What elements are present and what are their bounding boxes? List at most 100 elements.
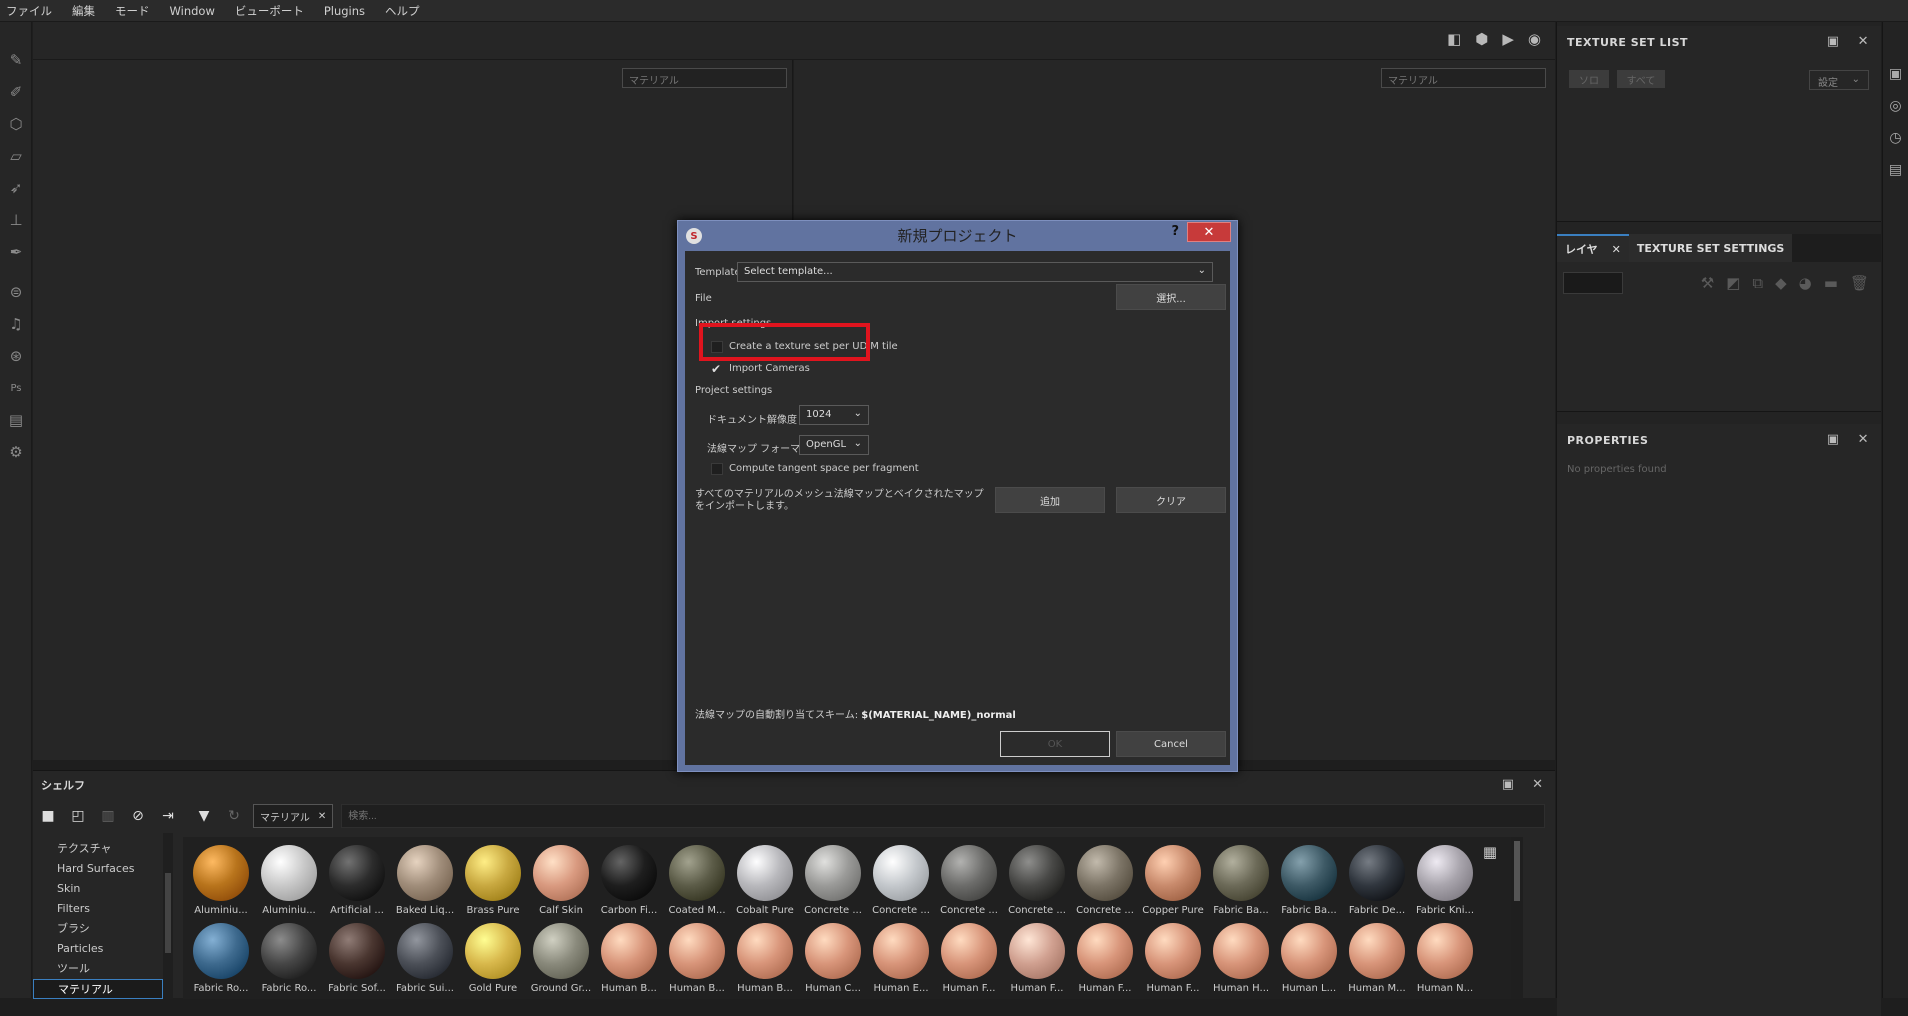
projection-icon[interactable]: ⬡ bbox=[0, 108, 32, 140]
material-thumbnail[interactable]: Ground Gr... bbox=[527, 923, 595, 1001]
smudge-icon[interactable]: ➶ bbox=[0, 172, 32, 204]
material-thumbnail[interactable]: Concrete ... bbox=[867, 845, 935, 923]
shelf-category-item[interactable]: ブラシ bbox=[53, 919, 163, 939]
shelf-category-item[interactable]: Skin bbox=[53, 879, 163, 899]
viewport-2d-channel-select[interactable]: マテリアル bbox=[1381, 68, 1546, 88]
substance-share-icon[interactable]: ⊜ bbox=[0, 276, 32, 308]
add-fill-layer-icon[interactable]: ◆ bbox=[1775, 274, 1787, 292]
material-thumbnail[interactable]: Fabric Sof... bbox=[323, 923, 391, 1001]
material-thumbnail[interactable]: Baked Liq... bbox=[391, 845, 459, 923]
material-thumbnail[interactable]: Copper Pure bbox=[1139, 845, 1207, 923]
add-effect-icon[interactable]: ⚒ bbox=[1701, 274, 1714, 292]
material-thumbnail[interactable]: Aluminiu... bbox=[187, 845, 255, 923]
shelf-category-item[interactable]: テクスチャ bbox=[53, 839, 163, 859]
material-thumbnail[interactable]: Fabric Ro... bbox=[187, 923, 255, 1001]
shelf-search-input[interactable] bbox=[341, 804, 1545, 828]
substance-source-icon[interactable]: ⊛ bbox=[0, 340, 32, 372]
menu-item[interactable]: 編集 bbox=[72, 3, 95, 19]
material-filter-chip[interactable]: マテリアル ✕ bbox=[253, 804, 334, 828]
category-scrollbar[interactable] bbox=[163, 833, 173, 999]
menu-item[interactable]: モード bbox=[115, 3, 150, 19]
material-thumbnail[interactable]: Concrete ... bbox=[799, 845, 867, 923]
solo-button[interactable]: ソロ bbox=[1569, 70, 1609, 88]
material-thumbnail[interactable]: Fabric Sui... bbox=[391, 923, 459, 1001]
polygon-fill-icon[interactable]: ▱ bbox=[0, 140, 32, 172]
material-thumbnail[interactable]: Aluminiu... bbox=[255, 845, 323, 923]
new-item-icon[interactable]: ◰ bbox=[67, 805, 89, 827]
grid-view-icon[interactable]: ▦ bbox=[1483, 843, 1497, 861]
normal-format-dropdown[interactable]: OpenGL ⌄ bbox=[799, 435, 869, 455]
hide-icon[interactable]: ⊘ bbox=[127, 805, 149, 827]
help-button[interactable]: ? bbox=[1171, 224, 1179, 239]
add-folder-icon[interactable]: ▬ bbox=[1824, 274, 1838, 292]
all-button[interactable]: すべて bbox=[1616, 70, 1666, 88]
paint-brush-icon[interactable]: ✎ bbox=[0, 44, 32, 76]
bell-icon[interactable]: ♫ bbox=[0, 308, 32, 340]
menu-item[interactable]: ビューポート bbox=[235, 3, 304, 19]
cube-icon[interactable]: ⬢ bbox=[1475, 30, 1488, 48]
close-icon[interactable]: ✕ bbox=[1612, 243, 1621, 256]
shelf-category-item[interactable]: マテリアル bbox=[33, 979, 163, 999]
material-thumbnail[interactable]: Human F... bbox=[1003, 923, 1071, 1001]
material-thumbnail[interactable]: Human M... bbox=[1343, 923, 1411, 1001]
undock-icon[interactable]: ▣ bbox=[1827, 432, 1840, 447]
eraser-icon[interactable]: ✐ bbox=[0, 76, 32, 108]
refresh-icon[interactable]: ↻ bbox=[223, 805, 245, 827]
import-cameras-checkbox[interactable]: ✔ bbox=[711, 363, 723, 375]
log-icon[interactable]: ▤ bbox=[1883, 154, 1908, 186]
shelf-category-item[interactable]: Particles bbox=[53, 939, 163, 959]
menu-item[interactable]: ファイル bbox=[6, 3, 52, 19]
close-icon[interactable]: ✕ bbox=[1858, 34, 1869, 49]
close-icon[interactable]: ✕ bbox=[318, 811, 326, 822]
shelf-category-item[interactable]: ツール bbox=[53, 959, 163, 979]
tab-layer[interactable]: レイヤ ✕ bbox=[1557, 234, 1629, 262]
material-thumbnail[interactable]: Cobalt Pure bbox=[731, 845, 799, 923]
clear-button[interactable]: クリア bbox=[1116, 487, 1226, 513]
settings-dropdown[interactable]: 設定 ⌄ bbox=[1809, 70, 1869, 90]
tangent-space-checkbox[interactable] bbox=[711, 463, 723, 475]
material-thumbnail[interactable]: Fabric Ba... bbox=[1275, 845, 1343, 923]
shelf-category-item[interactable]: Filters bbox=[53, 899, 163, 919]
material-thumbnail[interactable]: Human B... bbox=[595, 923, 663, 1001]
material-thumbnail[interactable]: Brass Pure bbox=[459, 845, 527, 923]
select-file-button[interactable]: 選択... bbox=[1116, 284, 1226, 310]
archive-icon[interactable]: ▥ bbox=[97, 805, 119, 827]
camera-video-icon[interactable]: ▶ bbox=[1502, 30, 1514, 48]
add-mask-icon[interactable]: ◩ bbox=[1726, 274, 1740, 292]
material-thumbnail[interactable]: Fabric Ro... bbox=[255, 923, 323, 1001]
material-thumbnail[interactable]: Human F... bbox=[1071, 923, 1139, 1001]
folder-icon[interactable]: ■ bbox=[37, 805, 59, 827]
menu-item[interactable]: ヘルプ bbox=[385, 3, 420, 19]
ok-button[interactable]: OK bbox=[1000, 731, 1110, 757]
filter-icon[interactable]: ▼ bbox=[193, 805, 215, 827]
material-thumbnail[interactable]: Human L... bbox=[1275, 923, 1343, 1001]
color-picker-icon[interactable]: ✒ bbox=[0, 236, 32, 268]
close-icon[interactable]: ✕ bbox=[1532, 777, 1543, 792]
shader-settings-icon[interactable]: ◎ bbox=[1883, 90, 1908, 122]
material-thumbnail[interactable]: Human F... bbox=[935, 923, 1003, 1001]
material-thumbnail[interactable]: Human E... bbox=[867, 923, 935, 1001]
tab-texture-set-settings[interactable]: TEXTURE SET SETTINGS bbox=[1628, 234, 1793, 262]
material-thumbnail[interactable]: Concrete ... bbox=[1071, 845, 1139, 923]
grid-scrollbar[interactable] bbox=[1511, 837, 1523, 999]
resolution-dropdown[interactable]: 1024 ⌄ bbox=[799, 405, 869, 425]
material-thumbnail[interactable]: Artificial ... bbox=[323, 845, 391, 923]
layer-blend-input[interactable] bbox=[1563, 272, 1623, 294]
add-smart-material-icon[interactable]: ◕ bbox=[1799, 274, 1812, 292]
template-dropdown[interactable]: Select template... ⌄ bbox=[737, 262, 1213, 282]
material-thumbnail[interactable]: Human B... bbox=[731, 923, 799, 1001]
close-icon[interactable]: ✕ bbox=[1858, 432, 1869, 447]
import-icon[interactable]: ⇥ bbox=[157, 805, 179, 827]
material-thumbnail[interactable]: Human B... bbox=[663, 923, 731, 1001]
menu-item[interactable]: Window bbox=[170, 4, 215, 18]
delete-trash-icon[interactable]: 🗑 bbox=[1850, 274, 1869, 292]
export-icon[interactable]: ▤ bbox=[0, 404, 32, 436]
close-button[interactable]: ✕ bbox=[1187, 222, 1231, 242]
material-thumbnail[interactable]: Carbon Fi... bbox=[595, 845, 663, 923]
material-thumbnail[interactable]: Concrete ... bbox=[935, 845, 1003, 923]
material-thumbnail[interactable]: Fabric Kni... bbox=[1411, 845, 1479, 923]
material-thumbnail[interactable]: Concrete ... bbox=[1003, 845, 1071, 923]
cancel-button[interactable]: Cancel bbox=[1116, 731, 1226, 757]
display-settings-icon[interactable]: ▣ bbox=[1883, 58, 1908, 90]
viewport-3d-channel-select[interactable]: マテリアル bbox=[622, 68, 787, 88]
